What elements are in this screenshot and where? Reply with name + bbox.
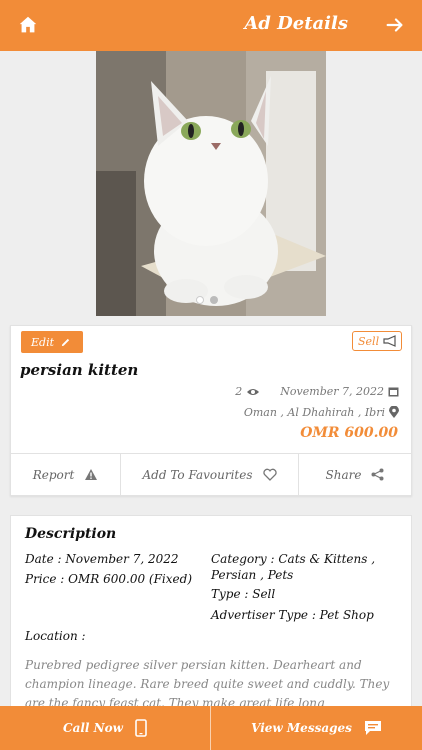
- view-messages-label: View Messages: [251, 721, 352, 735]
- description-card: Description Date : November 7, 2022 Pric…: [10, 515, 412, 715]
- megaphone-icon: [383, 335, 396, 347]
- ad-type-badge: Sell: [352, 331, 402, 351]
- call-now-button[interactable]: Call Now: [0, 706, 211, 750]
- ad-price: OMR 600.00: [300, 425, 398, 441]
- detail-type: Type : Sell: [211, 587, 276, 601]
- warning-icon: [85, 469, 98, 480]
- ad-location: Oman , Al Dhahirah , Ibri: [243, 406, 385, 419]
- location-pin-icon: [389, 406, 399, 418]
- eye-icon: [247, 388, 260, 395]
- ad-meta-row: 2 November 7, 2022: [235, 385, 399, 398]
- report-button[interactable]: Report: [11, 454, 121, 495]
- detail-location-label: Location :: [25, 629, 86, 643]
- carousel-dot-1[interactable]: [196, 296, 204, 304]
- page-title: Ad Details: [244, 13, 348, 34]
- chat-icon: [364, 721, 381, 735]
- edit-button[interactable]: Edit: [21, 331, 83, 353]
- ad-summary-card: Edit Sell persian kitten 2 November 7, 2…: [10, 325, 412, 496]
- detail-category-line-1: Category : Cats & Kittens ,: [211, 552, 376, 566]
- share-icon: [371, 468, 384, 481]
- detail-price: Price : OMR 600.00 (Fixed): [25, 572, 192, 586]
- home-icon[interactable]: [17, 14, 39, 36]
- phone-icon: [135, 719, 147, 737]
- heart-icon: [262, 468, 277, 481]
- carousel-dot-2[interactable]: [210, 296, 218, 304]
- add-to-favourites-button[interactable]: Add To Favourites: [121, 454, 299, 495]
- detail-category: Category : Cats & Kittens , Persian , Pe…: [211, 551, 375, 583]
- share-button[interactable]: Share: [299, 454, 411, 495]
- report-label: Report: [32, 467, 75, 482]
- detail-category-line-2: Persian , Pets: [211, 568, 294, 582]
- bottom-action-bar: Call Now View Messages: [0, 706, 422, 750]
- top-app-bar: Ad Details: [0, 0, 422, 51]
- ad-actions-bar: Report Add To Favourites Share: [11, 453, 411, 495]
- view-messages-button[interactable]: View Messages: [211, 706, 422, 750]
- ad-photo[interactable]: [96, 51, 326, 316]
- ad-title: persian kitten: [20, 361, 139, 379]
- pencil-icon: [61, 338, 70, 346]
- cat-photo-illustration: [96, 51, 326, 316]
- carousel-indicator[interactable]: [196, 296, 218, 304]
- call-now-label: Call Now: [63, 721, 123, 735]
- arrow-right-icon[interactable]: [384, 14, 406, 36]
- favourite-label: Add To Favourites: [142, 467, 253, 482]
- calendar-icon: [388, 387, 399, 397]
- views-count: 2: [235, 385, 260, 398]
- edit-label: Edit: [31, 335, 55, 349]
- views-value: 2: [235, 385, 243, 398]
- share-label: Share: [325, 467, 362, 482]
- detail-advertiser-type: Advertiser Type : Pet Shop: [211, 608, 374, 622]
- ad-type-label: Sell: [358, 334, 380, 348]
- ad-location-row: Oman , Al Dhahirah , Ibri: [244, 406, 399, 419]
- description-text: Purebred pedigree silver persian kitten.…: [25, 658, 390, 710]
- ad-date: November 7, 2022: [280, 385, 384, 398]
- description-heading: Description: [25, 526, 117, 542]
- detail-date: Date : November 7, 2022: [25, 552, 179, 566]
